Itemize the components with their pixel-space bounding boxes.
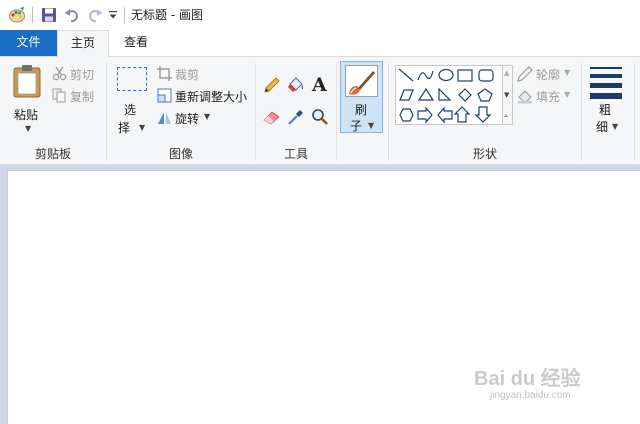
color-picker-icon[interactable] <box>287 108 305 129</box>
baidu-watermark: Bai du 经验 jingyan.baidu.com <box>470 358 620 408</box>
cut-button[interactable]: 剪切 <box>52 65 100 83</box>
tab-home[interactable]: 主页 <box>57 30 109 57</box>
tools-group: A 工具 <box>256 57 336 165</box>
brush-icon <box>345 65 378 97</box>
chevron-down-icon: ▼ <box>25 124 32 133</box>
text-icon[interactable]: A <box>312 74 327 96</box>
pencil-icon[interactable] <box>263 76 281 97</box>
eraser-icon[interactable] <box>263 108 281 129</box>
selection-rectangle-icon <box>117 67 147 91</box>
group-separator <box>336 63 337 161</box>
separator <box>32 7 33 23</box>
chevron-down-icon: ▼ <box>564 90 571 99</box>
clipboard-group-label: 剪贴板 <box>34 147 71 161</box>
redo-icon[interactable] <box>86 6 104 24</box>
brushes-label-1: 刷 <box>355 103 368 117</box>
tools-group-label: 工具 <box>283 147 308 161</box>
outline-button[interactable]: 轮廓 ▼ <box>517 65 579 83</box>
chevron-down-icon: ▼ <box>204 112 211 121</box>
paint-app-icon[interactable] <box>8 6 26 24</box>
save-icon[interactable] <box>40 6 58 24</box>
watermark-url: jingyan.baidu.com <box>490 390 571 401</box>
scissors-icon <box>52 66 67 84</box>
group-separator <box>634 63 635 161</box>
rotate-label: 旋转 <box>175 112 200 126</box>
shapes-gallery-icons <box>398 68 494 124</box>
resize-button[interactable]: 重新调整大小 <box>157 87 253 105</box>
clipboard-icon <box>12 64 42 101</box>
crop-icon <box>157 66 172 84</box>
shapes-group: ▲ ▼ ⩡ 轮廓 ▼ 填充 ▼ 形状 <box>389 57 581 165</box>
magnifier-icon[interactable] <box>311 108 329 129</box>
rotate-button[interactable]: 旋转 ▼ <box>157 109 217 127</box>
size-button[interactable]: 粗 细 ▼ <box>586 61 630 139</box>
rotate-icon <box>157 110 172 128</box>
fill-icon <box>517 88 533 107</box>
separator <box>124 7 125 23</box>
image-group: 选 择 ▼ 裁剪 重新调整大小 旋转 ▼ 图像 <box>107 57 255 165</box>
paste-button[interactable]: 粘贴 ▼ <box>6 61 46 139</box>
chevron-down-icon: ▼ <box>139 123 146 132</box>
scroll-down-icon[interactable]: ▼ <box>504 91 509 99</box>
brushes-label-2: 子 <box>350 119 363 133</box>
copy-label: 复制 <box>70 90 95 104</box>
clipboard-group: 粘贴 ▼ 剪切 复制 剪贴板 <box>0 57 106 165</box>
size-label-2: 细 <box>596 120 609 134</box>
outline-icon <box>517 66 533 85</box>
select-label-1: 选 <box>124 103 137 117</box>
chevron-down-icon: ▼ <box>612 122 619 131</box>
image-group-label: 图像 <box>168 147 193 161</box>
window-title: 无标题 - 画图 <box>131 8 203 22</box>
resize-icon <box>157 88 172 106</box>
copy-icon <box>52 88 67 106</box>
fill-button[interactable]: 填充 ▼ <box>517 87 579 105</box>
cut-label: 剪切 <box>70 68 95 82</box>
select-button[interactable]: 选 择 ▼ <box>111 61 153 139</box>
shapes-scrollbar[interactable]: ▲ ▼ ⩡ <box>503 65 513 125</box>
crop-label: 裁剪 <box>175 68 200 82</box>
brushes-button[interactable]: 刷 子 ▼ <box>340 61 383 133</box>
expand-gallery-icon[interactable]: ⩡ <box>504 112 508 121</box>
size-label-1: 粗 <box>599 103 612 117</box>
shapes-gallery[interactable] <box>395 65 503 125</box>
outline-label: 轮廓 <box>536 68 561 82</box>
fill-bucket-icon[interactable] <box>287 76 305 97</box>
watermark-brand: Bai du 经验 <box>474 368 581 390</box>
fill-label: 填充 <box>536 90 561 104</box>
paste-label: 粘贴 <box>14 108 39 122</box>
line-width-icon <box>590 67 622 99</box>
copy-button[interactable]: 复制 <box>52 87 100 105</box>
ribbon: 粘贴 ▼ 剪切 复制 剪贴板 选 择 ▼ 裁剪 重新调整大小 旋转 ▼ 图像 A… <box>0 56 640 165</box>
shapes-group-label: 形状 <box>472 147 497 161</box>
resize-label: 重新调整大小 <box>175 90 248 104</box>
crop-button[interactable]: 裁剪 <box>157 65 217 83</box>
tab-file[interactable]: 文件 <box>0 30 57 56</box>
undo-icon[interactable] <box>63 6 81 24</box>
customize-dropdown-icon[interactable] <box>107 6 119 24</box>
group-separator <box>581 63 582 161</box>
scroll-up-icon[interactable]: ▲ <box>504 69 509 77</box>
chevron-down-icon: ▼ <box>368 121 375 130</box>
select-label-2: 择 <box>118 121 131 135</box>
tab-view[interactable]: 查看 <box>111 30 161 56</box>
ribbon-tab-bar: 文件 主页 查看 <box>0 30 640 57</box>
title-bar: 无标题 - 画图 <box>0 0 640 30</box>
chevron-down-icon: ▼ <box>564 68 571 77</box>
